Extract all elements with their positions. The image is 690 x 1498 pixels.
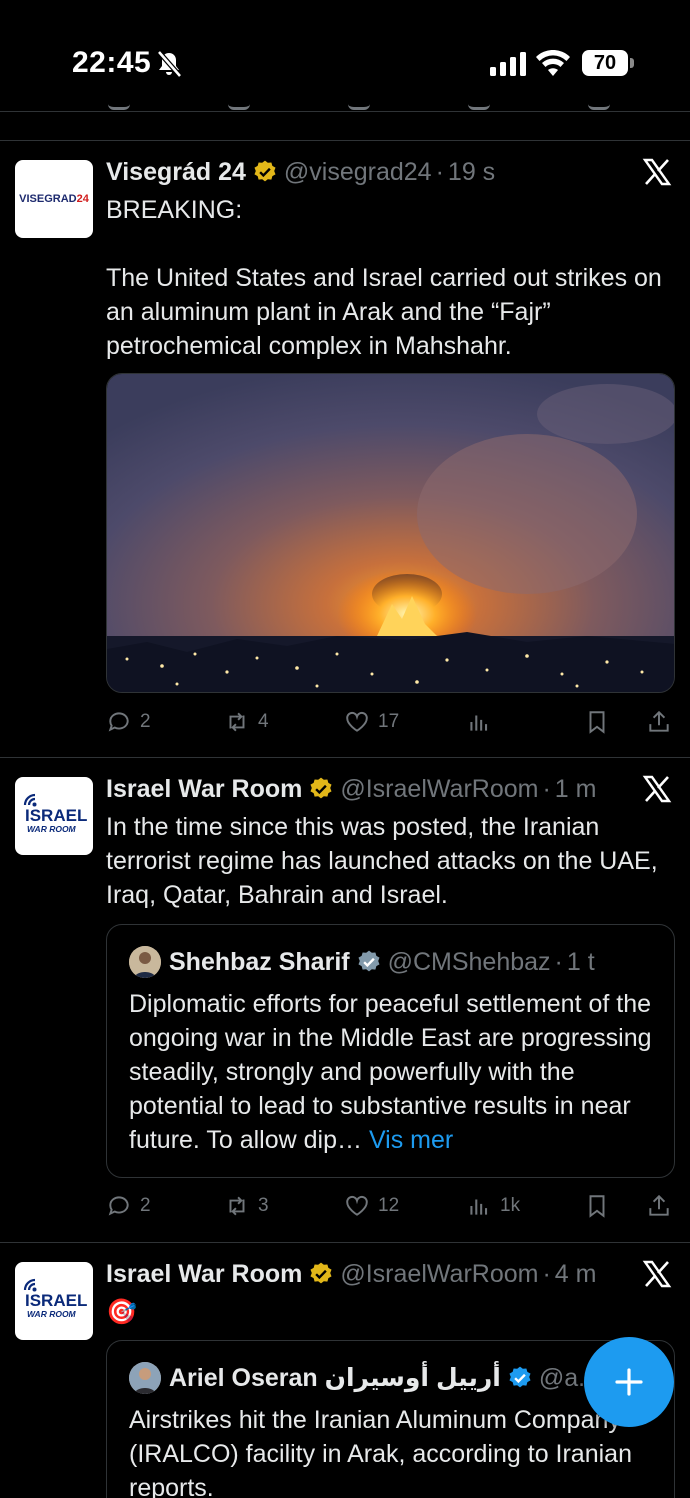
avatar[interactable]: VISEGRAD 24 <box>15 160 93 238</box>
quote-header: Ariel Oseran أرييل أوسيران @a... <box>129 1361 599 1395</box>
bookmark-icon <box>589 711 605 734</box>
tweet-header: Visegrád 24 @visegrad24 · 19 s <box>106 157 496 187</box>
verified-gold-icon <box>310 777 332 799</box>
reply-count: 2 <box>140 1195 151 1216</box>
like-button[interactable]: 12 <box>344 1190 399 1222</box>
tweet-actions: 2 3 12 1k <box>106 1190 676 1222</box>
like-count: 12 <box>378 1195 400 1216</box>
quote-avatar <box>129 1362 161 1394</box>
reply-count: 2 <box>140 711 151 732</box>
avatar-logo-subtext: WAR ROOM <box>27 1309 77 1319</box>
quote-text: Diplomatic efforts for peaceful settleme… <box>129 990 652 1154</box>
battery-level: 70 <box>582 50 628 76</box>
avatar-logo-accent: 24 <box>76 193 89 205</box>
repost-count: 3 <box>258 1195 269 1216</box>
verified-gold-icon <box>254 160 276 182</box>
cell-signal-icon <box>490 52 526 76</box>
reply-button[interactable]: 2 <box>106 1190 151 1222</box>
tweet[interactable]: VISEGRAD 24 Visegrád 24 @visegrad24 · 19 … <box>0 141 690 757</box>
reply-button[interactable]: 2 <box>106 706 151 738</box>
tweet[interactable]: ISRAEL WAR ROOM Israel War Room @IsraelW… <box>0 758 690 1242</box>
quote-display-name: Ariel Oseran أرييل أوسيران <box>169 1364 501 1392</box>
repost-count: 4 <box>258 711 269 732</box>
tweet-text: 🎯 <box>106 1298 138 1326</box>
quoted-tweet[interactable]: Shehbaz Sharif @CMShehbaz · 1 t Diplomat… <box>106 924 675 1178</box>
status-time: 22:45 <box>72 46 152 79</box>
views-chart-icon <box>470 1199 488 1215</box>
avatar[interactable]: ISRAEL WAR ROOM <box>15 1262 93 1340</box>
battery-icon: 70 <box>582 50 634 76</box>
heart-icon <box>346 711 368 732</box>
display-name[interactable]: Israel War Room <box>106 1260 302 1289</box>
tweet-actions: 2 4 17 <box>106 706 676 738</box>
compose-button[interactable] <box>584 1337 674 1427</box>
handle[interactable]: @IsraelWarRoom <box>340 775 538 804</box>
repost-button[interactable]: 3 <box>224 1190 269 1222</box>
timestamp[interactable]: 19 s <box>448 158 495 187</box>
reply-icon <box>108 712 129 732</box>
previous-tweet-actions <box>0 96 690 114</box>
plus-icon <box>615 1368 643 1396</box>
timestamp[interactable]: 4 m <box>555 1260 597 1289</box>
tweet-media-image[interactable] <box>106 373 675 693</box>
share-button[interactable] <box>646 706 680 738</box>
views-chart-icon <box>470 715 488 731</box>
quote-handle: @CMShehbaz <box>387 947 551 976</box>
x-logo-icon <box>642 158 672 186</box>
israel-war-room-logo: ISRAEL WAR ROOM <box>23 793 87 834</box>
quote-avatar <box>129 946 161 978</box>
israel-war-room-logo: ISRAEL WAR ROOM <box>23 1278 87 1319</box>
repost-button[interactable]: 4 <box>224 706 269 738</box>
x-logo-icon <box>642 775 672 803</box>
views-button[interactable]: 1k <box>466 1190 520 1222</box>
repost-icon <box>229 1196 245 1216</box>
wifi-icon <box>536 50 570 76</box>
heart-icon <box>346 1195 368 1216</box>
explosion-night-photo-icon <box>107 374 674 692</box>
verified-blue-icon <box>509 1366 531 1388</box>
tweet-header: Israel War Room @IsraelWarRoom · 4 m <box>106 1259 597 1289</box>
avatar[interactable]: ISRAEL WAR ROOM <box>15 777 93 855</box>
repost-icon <box>229 712 245 732</box>
reply-icon <box>108 1196 129 1216</box>
bookmark-button[interactable] <box>584 706 618 738</box>
avatar-logo-subtext: WAR ROOM <box>27 824 77 834</box>
avatar-logo-text: ISRAEL <box>25 806 87 825</box>
verified-gray-icon <box>358 950 380 972</box>
quote-display-name: Shehbaz Sharif <box>169 947 350 976</box>
quote-header: Shehbaz Sharif @CMShehbaz · 1 t <box>129 945 595 979</box>
share-icon <box>649 1194 669 1216</box>
bookmark-button[interactable] <box>584 1190 618 1222</box>
handle[interactable]: @visegrad24 <box>284 158 432 187</box>
tweet-text: In the time since this was posted, the I… <box>106 813 665 909</box>
bell-muted-icon <box>157 50 182 78</box>
avatar-logo-text: VISEGRAD <box>19 193 77 205</box>
share-icon <box>649 710 669 732</box>
like-button[interactable]: 17 <box>344 706 399 738</box>
views-count: 1k <box>500 1195 521 1216</box>
verified-gold-icon <box>310 1262 332 1284</box>
tweet-header: Israel War Room @IsraelWarRoom · 1 m <box>106 774 597 804</box>
quote-timestamp: 1 t <box>566 947 595 976</box>
quote-text: Airstrikes hit the Iranian Aluminum Comp… <box>129 1406 632 1498</box>
like-count: 17 <box>378 711 400 732</box>
share-button[interactable] <box>646 1190 680 1222</box>
x-logo-icon <box>642 1260 672 1288</box>
views-button[interactable] <box>466 706 500 738</box>
display-name[interactable]: Visegrád 24 <box>106 158 246 187</box>
avatar-logo-text: ISRAEL <box>25 1291 87 1310</box>
status-bar: 22:45 70 <box>0 0 690 112</box>
tweet-text: BREAKING: The United States and Israel c… <box>106 196 662 360</box>
handle[interactable]: @IsraelWarRoom <box>340 1260 538 1289</box>
show-more-link[interactable]: Vis mer <box>369 1126 453 1154</box>
bookmark-icon <box>589 1195 605 1218</box>
timestamp[interactable]: 1 m <box>555 775 597 804</box>
display-name[interactable]: Israel War Room <box>106 775 302 804</box>
